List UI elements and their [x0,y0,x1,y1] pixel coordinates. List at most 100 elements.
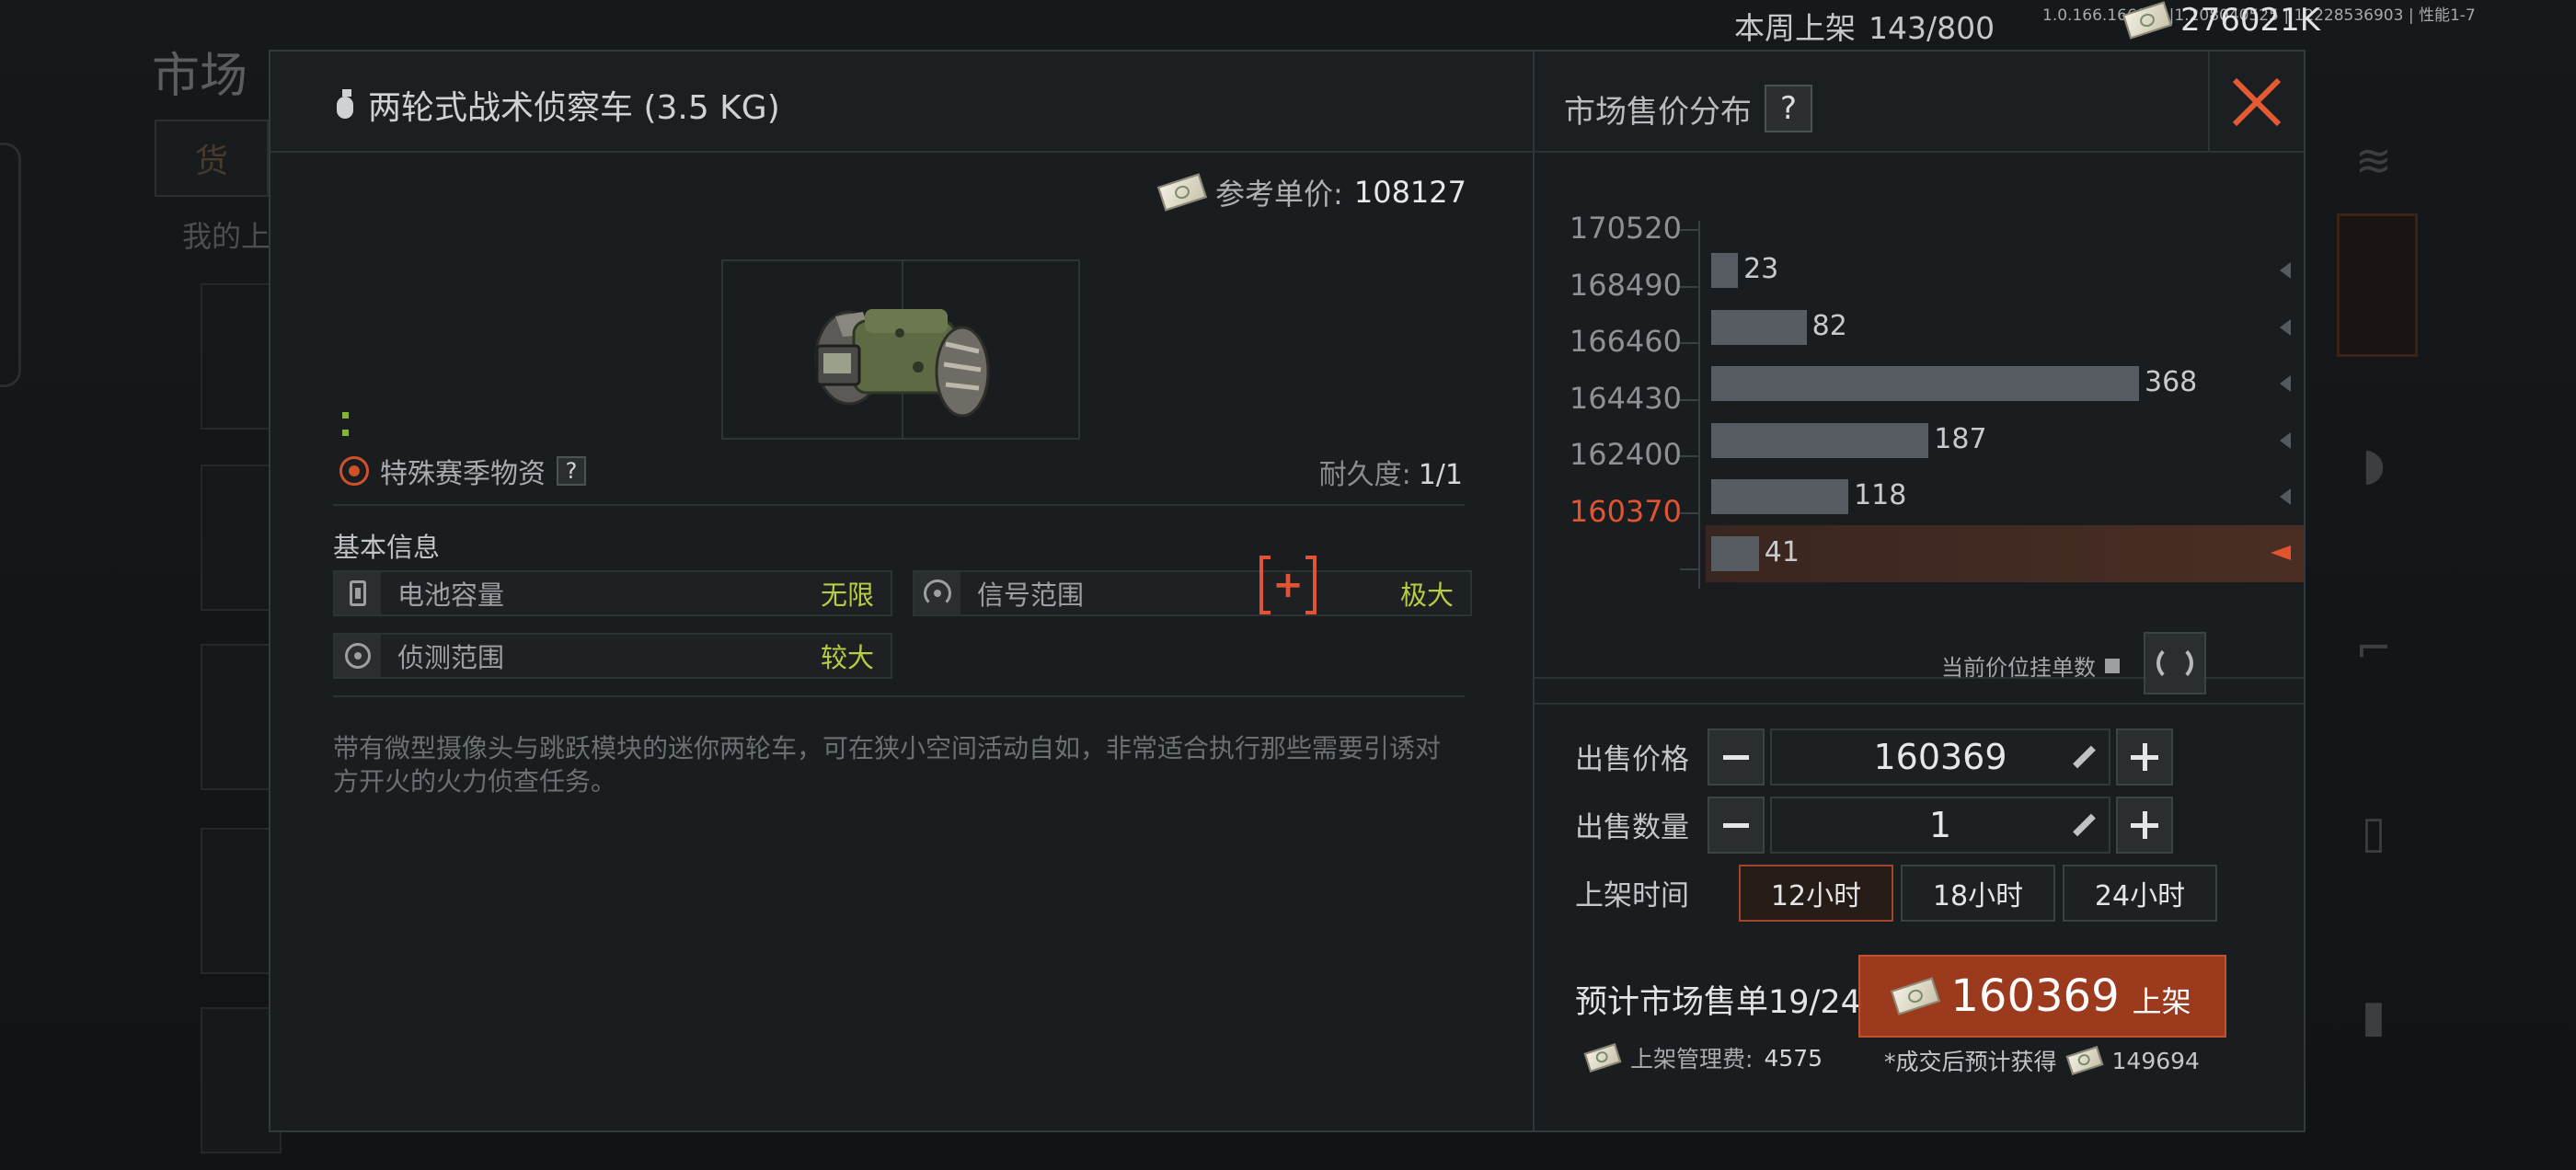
price-bar[interactable] [1711,422,1929,458]
price-bar[interactable] [1711,479,1849,514]
bar-value-label: 82 [1811,309,1847,342]
duration-24h-button[interactable]: 24小时 [2063,865,2217,922]
quantity-increase-button[interactable] [2116,797,2173,854]
y-tick-label: 170520 [1569,211,1682,246]
market-tab[interactable]: 货 [155,120,269,197]
item-description: 带有微型摄像头与跳跃模块的迷你两轮车，可在狭小空间活动自如，非常适合执行那些需要… [333,733,1442,797]
recon-vehicle-image [814,309,990,418]
fee-value: 4575 [1764,1044,1823,1072]
list-button-label: 上架 [2132,984,2191,1019]
legend-label: 当前价位挂单数 [1941,655,2096,681]
durability-label: 耐久度: [1318,459,1411,491]
row-pointer-icon [2280,318,2291,336]
item-name: 两轮式战术侦察车 (3.5 KG) [368,89,780,127]
weekly-listed: 本周上架 143/800 [1734,4,1995,48]
duration-12h-button[interactable]: 12小时 [1739,865,1893,922]
reference-price: 参考单价: 108127 [1156,171,1466,213]
row-pointer-icon [2280,488,2291,505]
row-pointer-icon [2280,262,2291,279]
bar-value-label: 368 [2145,366,2198,398]
close-button[interactable] [2208,52,2304,153]
season-help-button[interactable]: ? [557,456,586,486]
attr-signal: 信号范围 极大 [913,570,1472,616]
quantity-input[interactable]: 1 [1770,797,2110,854]
y-tick-mark [1680,511,1698,514]
price-decrease-button[interactable] [1708,728,1765,786]
bar-value-label: 23 [1743,253,1779,285]
money-icon [1583,1042,1622,1073]
estimated-orders: 预计市场售单19/24 [1575,984,1861,1021]
attr-detection: 侦测范围 较大 [333,633,892,679]
y-tick-mark [1680,568,1698,570]
side-handle[interactable] [0,143,21,387]
currency-balance: 276021K [2122,1,2320,40]
ref-price-value: 108127 [1353,175,1466,210]
attr-value: 极大 [1399,579,1454,611]
quantity-decrease-button[interactable] [1708,797,1765,854]
y-tick-mark [1680,342,1698,344]
market-title: 市场 [152,49,248,104]
price-increase-button[interactable] [2116,728,2173,786]
duration-18h-button[interactable]: 18小时 [1901,865,2055,922]
row-pointer-icon [2280,375,2291,392]
magazine-icon[interactable]: ▯ [2341,800,2406,865]
money-icon [1156,173,1208,212]
rarity-indicator [342,405,359,436]
money-icon [2064,1045,2104,1076]
expected-earnings: *成交后预计获得 149694 [1884,1044,2200,1077]
duration-label: 上架时间 [1575,879,1689,912]
divider [333,695,1465,697]
after-sale-label: *成交后预计获得 [1884,1049,2057,1075]
season-label: 特殊赛季物资 [380,458,546,490]
price-bar[interactable] [1711,253,1739,288]
item-details-pane: 两轮式战术侦察车 (3.5 KG) 参考单价: 108127 特殊赛季物资 ? … [270,52,1535,1130]
divider [333,504,1465,506]
weekly-listed-value: 143/800 [1869,10,1995,46]
market-title-text: 市场售价分布 [1564,93,1752,131]
attr-name: 信号范围 [977,579,1085,611]
price-input[interactable]: 160369 [1770,728,2110,786]
row-pointer-icon [2271,545,2291,560]
attr-battery: 电池容量 无限 [333,570,892,616]
bar-value-label: 41 [1764,535,1800,568]
durability: 耐久度: 1/1 [1319,452,1463,492]
quantity-value: 1 [1928,805,1952,845]
legend-swatch [2105,658,2120,673]
attr-name: 电池容量 [397,579,505,611]
target-icon [335,635,381,677]
season-tag: 特殊赛季物资 ? [339,451,586,491]
attr-value: 较大 [820,642,874,673]
chart-legend: 当前价位挂单数 [1941,649,2120,682]
price-bar[interactable] [1711,309,1807,345]
attr-value: 无限 [820,579,874,611]
season-badge-icon [339,456,369,486]
y-tick-mark [1680,229,1698,231]
y-tick-label: 164430 [1569,380,1682,416]
weekly-listed-label: 本周上架 [1734,10,1856,46]
refresh-button[interactable] [2144,632,2206,694]
y-axis [1698,221,1700,589]
rifle-icon[interactable]: ⌐ [2341,616,2406,681]
price-value: 160369 [1873,737,2007,777]
listing-fee: 上架管理费: 4575 [1583,1041,1823,1074]
market-help-button[interactable]: ? [1765,85,1812,132]
price-bar[interactable] [1711,366,2139,401]
helmet-icon[interactable]: ◗ [2341,432,2406,497]
expand-plus-icon[interactable]: + [1259,556,1317,614]
item-title: 两轮式战术侦察车 (3.5 KG) [333,81,780,129]
after-sale-value: 149694 [2111,1047,2200,1074]
basic-info-heading: 基本信息 [333,532,441,563]
price-distribution-chart: 170520 23 168490 82 166460 368 164430 187 162400… [1535,155,2304,614]
list-item-button[interactable]: 160369 上架 [1858,955,2226,1038]
y-tick-label: 162400 [1569,437,1682,472]
attr-name: 侦测范围 [397,642,505,673]
money-icon [2122,1,2173,40]
item-header: 两轮式战术侦察车 (3.5 KG) [270,52,1533,153]
refresh-icon [2156,645,2193,682]
market-pane: 市场售价分布 ? 170520 23 168490 82 166460 368 164430… [1535,52,2304,1130]
category-selected[interactable] [2337,213,2418,357]
ammo-icon[interactable]: ▮ [2341,984,2406,1049]
price-bar[interactable] [1711,535,1759,571]
bar-value-label: 187 [1934,422,1987,455]
stack-icon[interactable]: ≋ [2341,129,2406,193]
